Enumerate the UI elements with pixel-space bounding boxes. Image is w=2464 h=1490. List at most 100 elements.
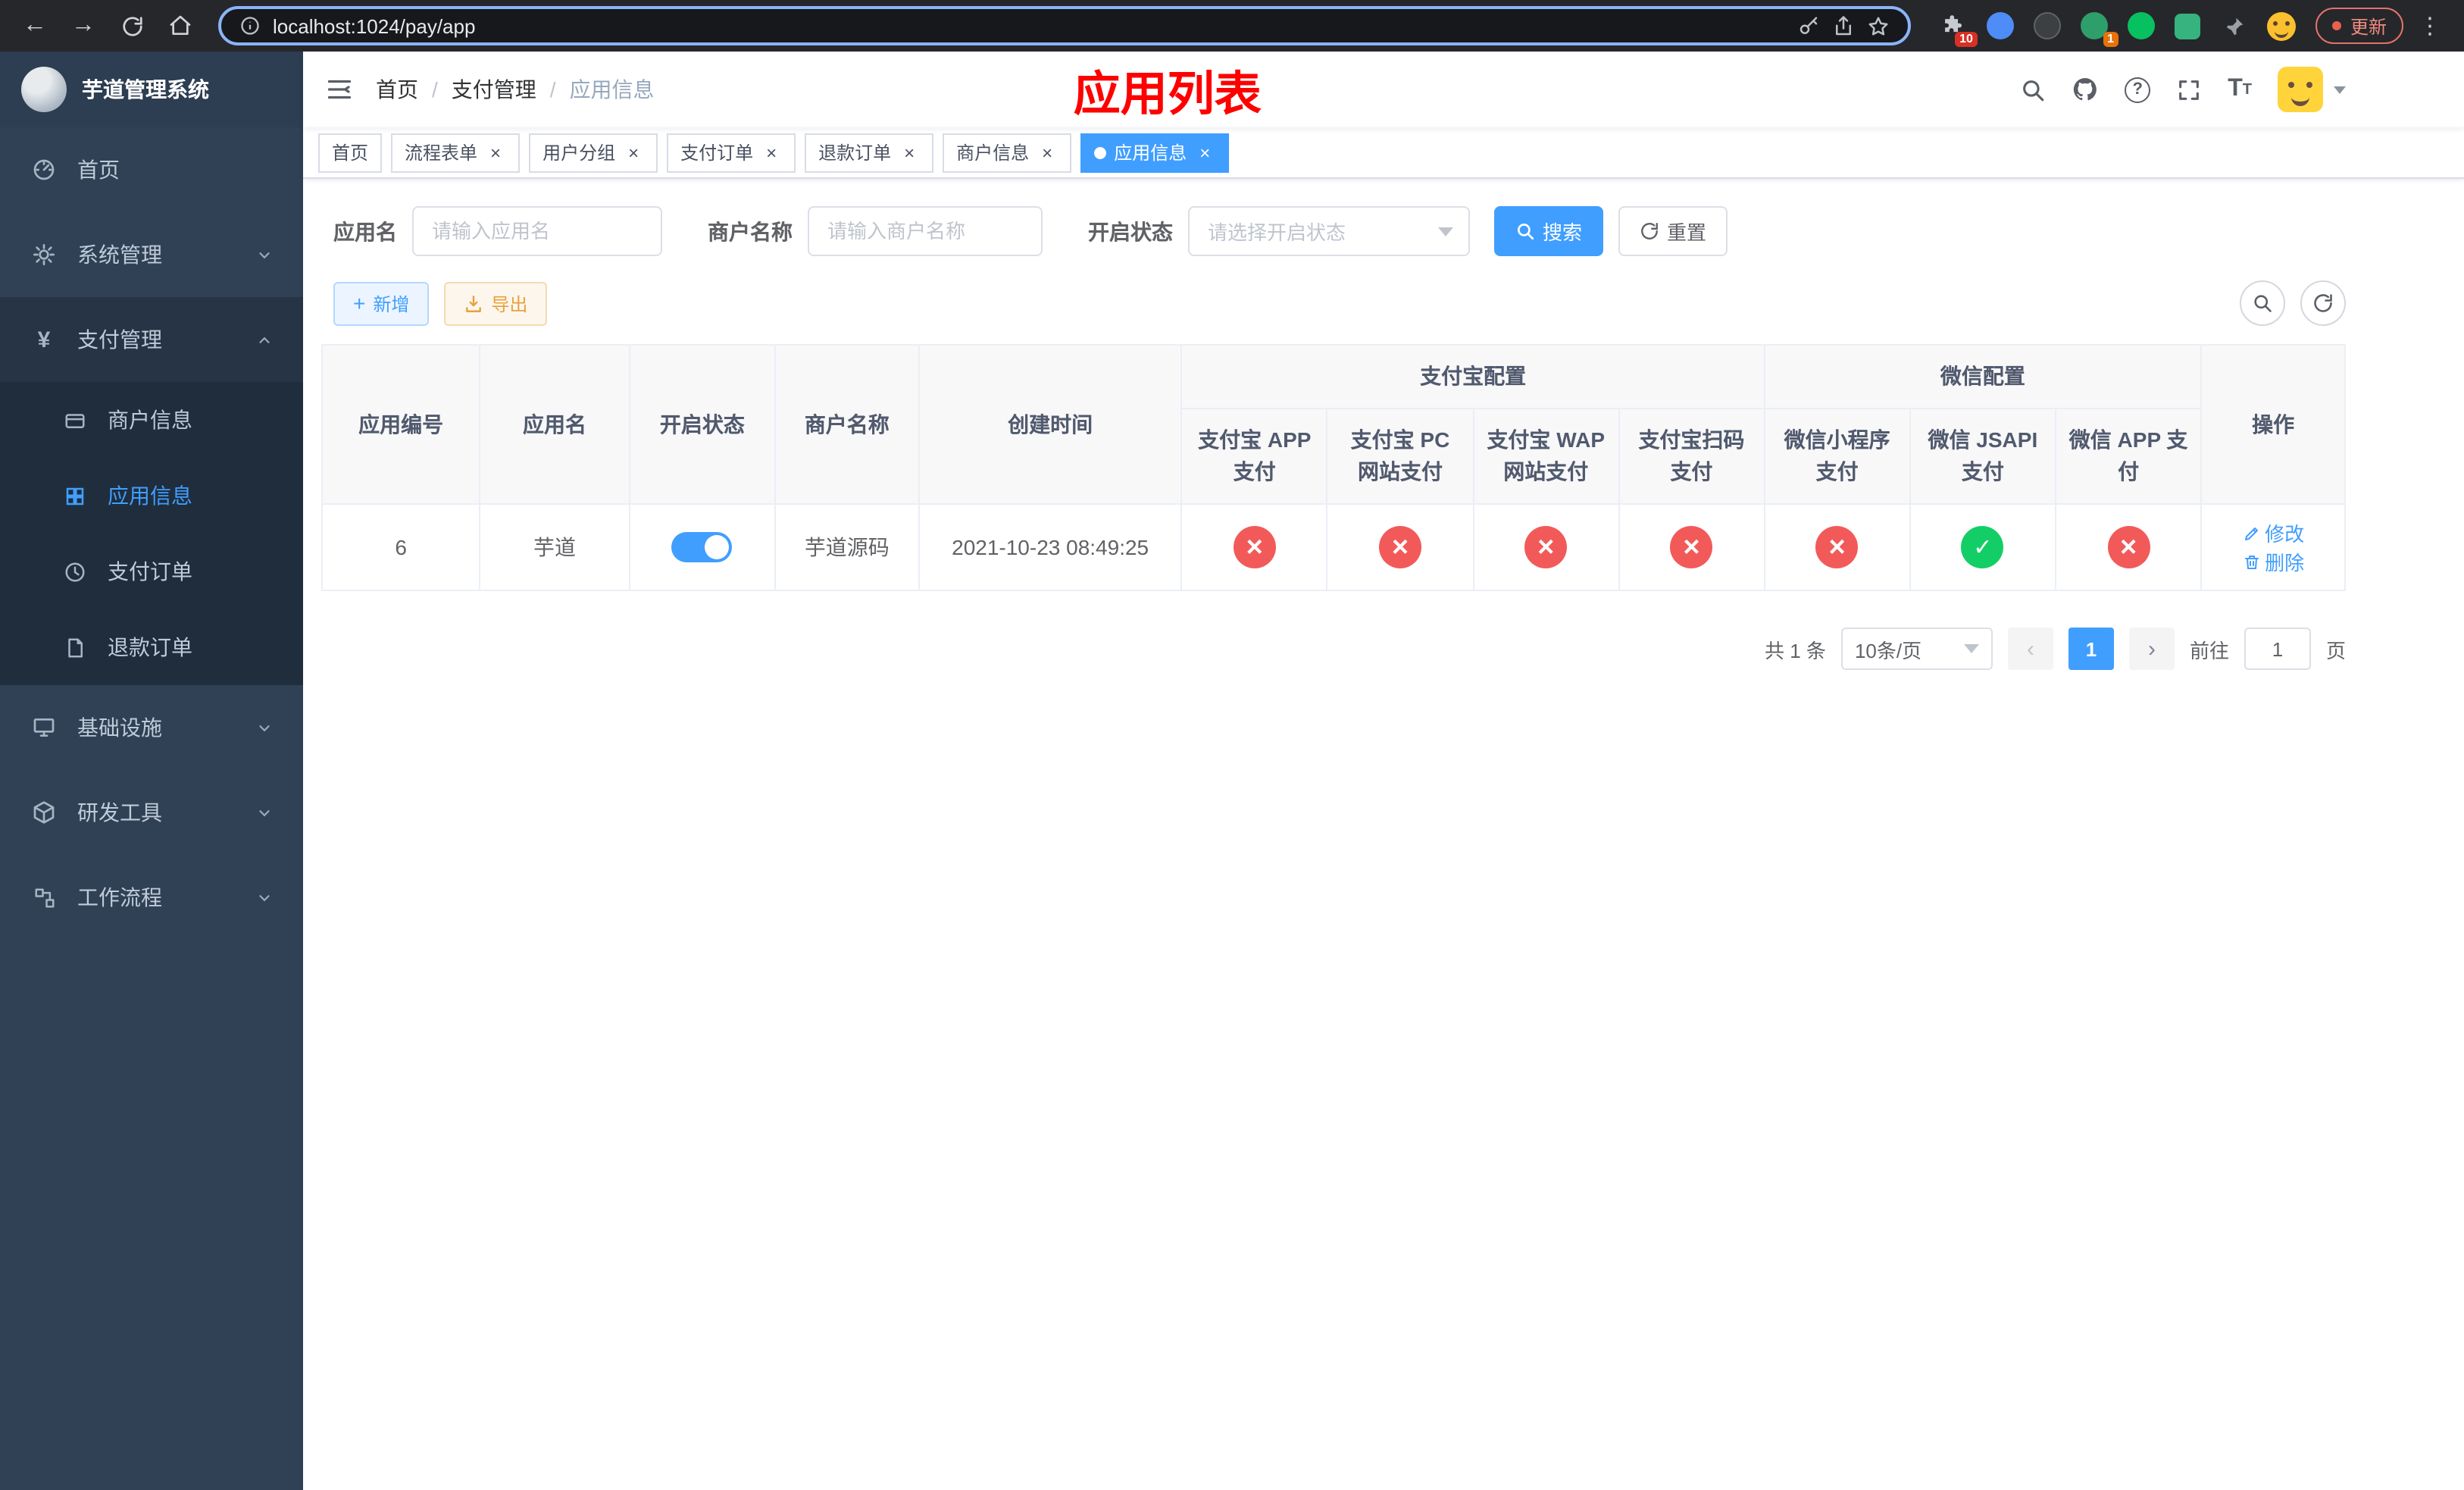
search-icon — [1517, 223, 1534, 240]
sidebar-item-refund-order[interactable]: 退款订单 — [0, 609, 303, 685]
reload-button[interactable] — [112, 6, 152, 45]
sidebar-item-infra[interactable]: 基础设施 — [0, 685, 303, 770]
sidebar-item-devtool[interactable]: 研发工具 — [0, 770, 303, 855]
profile-avatar-icon[interactable] — [2267, 11, 2297, 41]
extension-icon-green[interactable] — [2126, 11, 2156, 41]
goto-label: 前往 — [2189, 639, 2229, 662]
col-header-alipay-pc: 支付宝 PC 网站支付 — [1326, 408, 1474, 505]
tab-merchant-info[interactable]: 商户信息 — [943, 133, 1072, 172]
sidebar-item-merchant-info[interactable]: 商户信息 — [0, 382, 303, 458]
tab-refund-order[interactable]: 退款订单 — [805, 133, 934, 172]
refresh-button[interactable] — [2300, 280, 2346, 326]
pin-extension-icon[interactable] — [2220, 11, 2250, 41]
status-label: 开启状态 — [1088, 219, 1173, 243]
site-info-icon[interactable] — [239, 15, 261, 36]
next-page-button[interactable]: › — [2128, 628, 2175, 670]
sidebar-item-pay-order[interactable]: 支付订单 — [0, 534, 303, 609]
workflow-icon — [30, 886, 58, 909]
col-header-wx-jsapi: 微信 JSAPI 支付 — [1909, 408, 2057, 505]
toggle-search-button[interactable] — [2240, 280, 2285, 326]
tab-home[interactable]: 首页 — [318, 133, 383, 172]
tab-label: 应用信息 — [1114, 142, 1187, 164]
refresh-icon — [1641, 223, 1658, 239]
reset-button[interactable]: 重置 — [1618, 206, 1728, 256]
extension-icon-blue[interactable] — [1985, 11, 2015, 41]
sidebar-item-label: 基础设施 — [77, 715, 162, 740]
back-button[interactable]: ← — [15, 6, 55, 45]
close-tab-icon[interactable] — [485, 142, 506, 163]
close-tab-icon[interactable] — [1037, 142, 1058, 163]
browser-toolbar: ← → localhost:1024/pay/app 10 1 更新 ⋮ — [0, 0, 2464, 52]
help-icon[interactable]: ? — [2125, 77, 2151, 102]
gear-icon — [30, 243, 58, 267]
goto-page-input[interactable] — [2244, 628, 2311, 670]
home-button[interactable] — [161, 6, 200, 45]
close-tab-icon[interactable] — [623, 142, 644, 163]
status-toggle[interactable] — [671, 532, 733, 562]
chevron-down-icon — [1963, 644, 1979, 653]
tab-process-form[interactable]: 流程表单 — [391, 133, 521, 172]
status-select[interactable]: 请选择开启状态 — [1188, 206, 1470, 256]
close-tab-icon[interactable] — [899, 142, 920, 163]
tab-label: 首页 — [332, 142, 369, 164]
font-size-icon[interactable] — [2228, 76, 2252, 103]
export-button[interactable]: 导出 — [444, 281, 548, 325]
search-icon[interactable] — [2020, 77, 2046, 102]
plus-icon — [353, 291, 365, 315]
share-icon[interactable] — [1832, 14, 1855, 37]
browser-menu-icon[interactable]: ⋮ — [2412, 12, 2449, 39]
page-number-1[interactable]: 1 — [2068, 628, 2114, 670]
sidebar-item-label: 商户信息 — [108, 408, 192, 432]
col-header-status: 开启状态 — [628, 344, 777, 505]
browser-update-button[interactable]: 更新 — [2315, 8, 2403, 44]
app-window: 芋道管理系统 首页 系统管理 ¥ 支付管理 商户信息 应用信息 支付订单 退款订… — [0, 52, 2464, 1490]
extension-icon-dark[interactable] — [2032, 11, 2062, 41]
fullscreen-icon[interactable] — [2176, 77, 2202, 102]
merchant-name-input[interactable] — [808, 206, 1043, 256]
close-tab-icon[interactable] — [761, 142, 782, 163]
wx-app-status-icon — [2107, 526, 2150, 568]
sidebar-item-home[interactable]: 首页 — [0, 127, 303, 212]
edit-button[interactable]: 修改 — [2242, 518, 2304, 547]
trash-icon — [2244, 555, 2259, 568]
tab-app-info[interactable]: 应用信息 — [1080, 133, 1230, 172]
bookmark-star-icon[interactable] — [1867, 14, 1890, 37]
sidebar-item-system[interactable]: 系统管理 — [0, 212, 303, 297]
close-tab-icon[interactable] — [1194, 142, 1215, 163]
cell-app-name: 芋道 — [479, 503, 630, 591]
refresh-icon — [2314, 294, 2332, 312]
update-label: 更新 — [2350, 16, 2387, 37]
alipay-pc-status-icon — [1379, 526, 1421, 568]
col-header-alipay-qr: 支付宝扫码支付 — [1618, 408, 1765, 505]
page-title: 应用列表 — [1073, 67, 1262, 121]
app-name-input[interactable] — [412, 206, 662, 256]
search-button[interactable]: 搜索 — [1494, 206, 1604, 256]
delete-button[interactable]: 删除 — [2242, 547, 2304, 576]
breadcrumb-pay[interactable]: 支付管理 — [452, 74, 536, 105]
tab-user-group[interactable]: 用户分组 — [529, 133, 658, 172]
password-key-icon[interactable] — [1797, 14, 1820, 37]
chevron-down-icon — [256, 246, 273, 263]
extension-icon-teal[interactable]: 1 — [2079, 11, 2118, 47]
page-size-select[interactable]: 10条/页 — [1840, 628, 1993, 670]
user-menu[interactable] — [2278, 67, 2346, 112]
sidebar-item-workflow[interactable]: 工作流程 — [0, 855, 303, 940]
cell-actions: 修改 删除 — [2200, 503, 2346, 591]
forward-button[interactable]: → — [64, 6, 103, 45]
extension-icon-notes[interactable] — [2173, 11, 2203, 41]
address-bar[interactable]: localhost:1024/pay/app — [218, 6, 1911, 45]
breadcrumb-home[interactable]: 首页 — [376, 74, 418, 105]
prev-page-button[interactable]: ‹ — [2007, 628, 2053, 670]
github-icon[interactable] — [2072, 76, 2099, 103]
wx-jsapi-status-icon — [1961, 526, 2004, 568]
tab-pay-order[interactable]: 支付订单 — [667, 133, 796, 172]
box-icon — [30, 800, 58, 825]
extensions-puzzle-icon[interactable]: 10 — [1938, 11, 1978, 47]
hamburger-icon[interactable] — [303, 76, 376, 103]
reset-button-label: 重置 — [1667, 221, 1707, 244]
sidebar-item-app-info[interactable]: 应用信息 — [0, 458, 303, 534]
add-button[interactable]: 新增 — [333, 281, 430, 325]
sidebar-item-label: 研发工具 — [77, 800, 162, 825]
sidebar-item-pay[interactable]: ¥ 支付管理 — [0, 297, 303, 382]
credit-card-icon — [61, 408, 88, 431]
